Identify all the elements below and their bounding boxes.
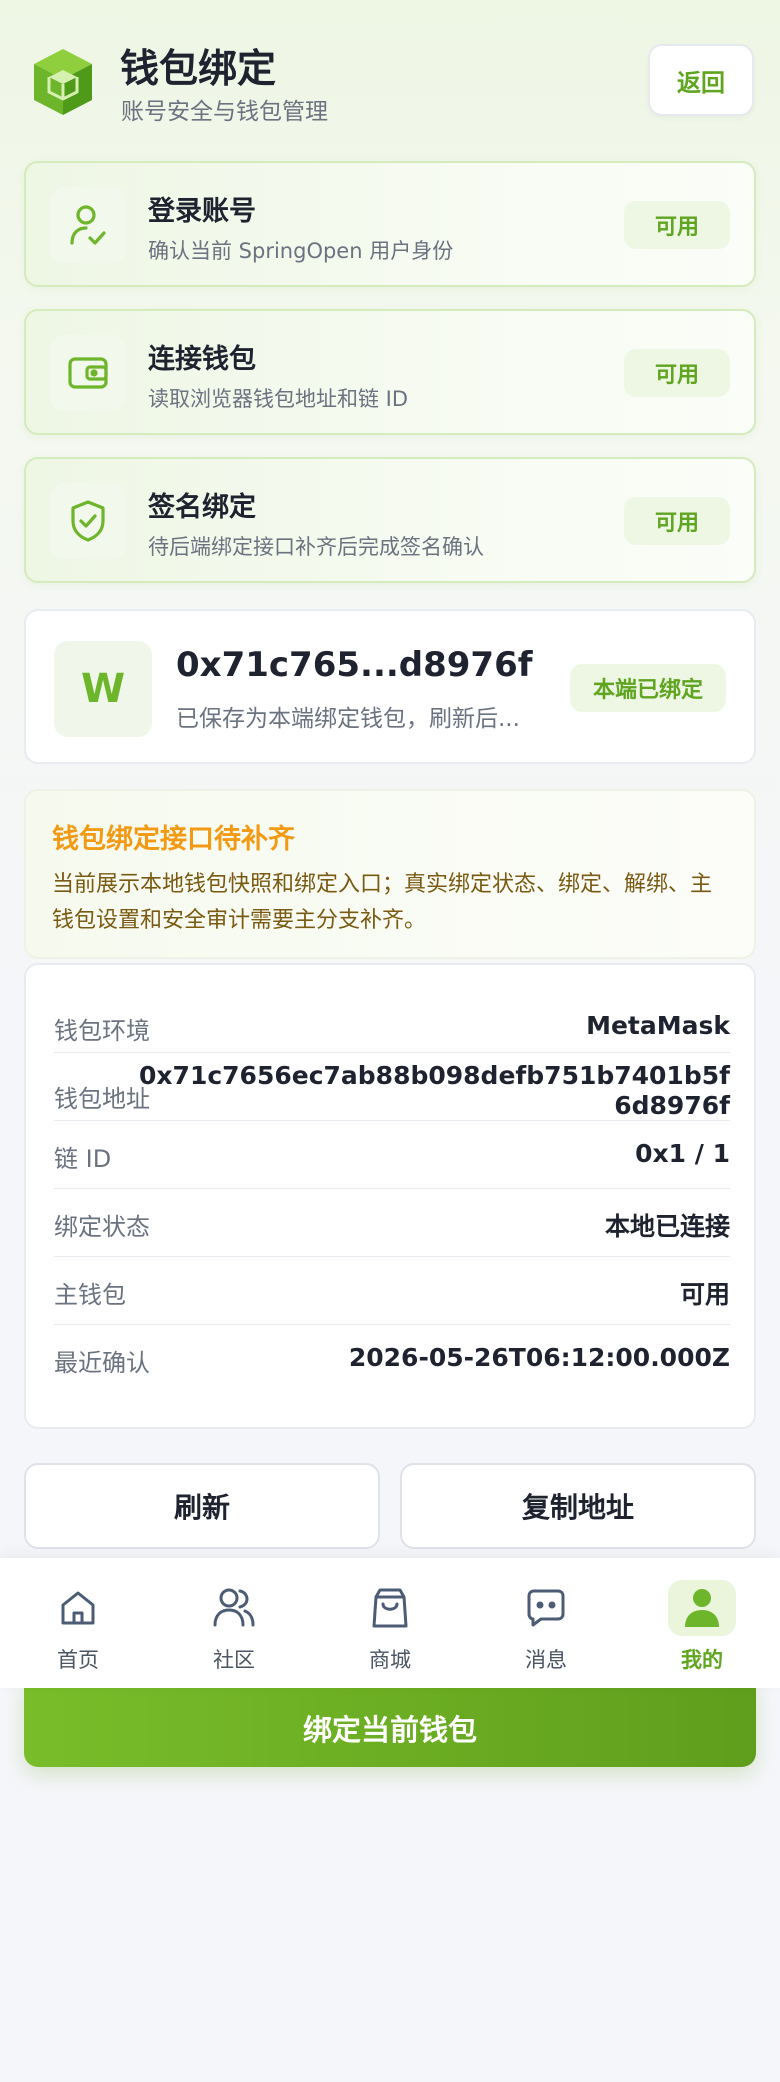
detail-label: 链 ID [54, 1145, 112, 1173]
page-header: 钱包绑定 账号安全与钱包管理 返回 [24, 36, 756, 126]
step-title: 登录账号 [148, 196, 256, 227]
wallet-avatar: W [54, 641, 152, 737]
wallet-address-short: 0x71c765...d8976f [176, 645, 533, 685]
nav-label: 社区 [213, 1648, 255, 1672]
status-badge: 可用 [624, 201, 730, 249]
message-icon [512, 1580, 580, 1636]
bound-wallet-card: W 0x71c765...d8976f 已保存为本端绑定钱包，刷新后... 本端… [24, 609, 756, 764]
bound-status-badge: 本端已绑定 [570, 664, 726, 712]
profile-icon [668, 1580, 736, 1636]
address-line-2: 6d8976f [614, 1091, 730, 1120]
home-icon [44, 1580, 112, 1636]
detail-value: 可用 [679, 1280, 730, 1309]
page-subtitle: 账号安全与钱包管理 [121, 99, 328, 125]
address-line-1: 0x71c7656ec7ab88b098defb751b7401b5f [139, 1061, 730, 1090]
refresh-button[interactable]: 刷新 [24, 1463, 380, 1549]
detail-label: 主钱包 [54, 1281, 126, 1309]
step-description: 确认当前 SpringOpen 用户身份 [148, 239, 454, 263]
detail-label: 绑定状态 [54, 1213, 150, 1241]
detail-row-chain-id: 链 ID 0x1 / 1 [54, 1121, 730, 1189]
api-pending-notice: 钱包绑定接口待补齐 当前展示本地钱包快照和绑定入口；真实绑定状态、绑定、解绑、主… [24, 789, 756, 959]
notice-title: 钱包绑定接口待补齐 [52, 824, 295, 855]
cube-logo-icon [30, 46, 96, 118]
detail-label: 钱包环境 [54, 1017, 150, 1045]
detail-label: 最近确认 [54, 1349, 150, 1377]
wallet-icon [50, 335, 126, 411]
status-badge: 可用 [624, 349, 730, 397]
detail-row-bind-status: 绑定状态 本地已连接 [54, 1189, 730, 1257]
step-title: 签名绑定 [148, 492, 256, 523]
detail-value[interactable]: 0x71c7656ec7ab88b098defb751b7401b5f 6d89… [139, 1061, 730, 1121]
nav-label: 消息 [525, 1648, 567, 1672]
step-description: 待后端绑定接口补齐后完成签名确认 [148, 535, 484, 559]
copy-address-button[interactable]: 复制地址 [400, 1463, 756, 1549]
users-icon [200, 1580, 268, 1636]
step-card-sign-bind: 签名绑定 待后端绑定接口补齐后完成签名确认 可用 [24, 457, 756, 583]
page-title: 钱包绑定 [120, 47, 277, 92]
shopping-bag-icon [356, 1580, 424, 1636]
nav-label: 首页 [57, 1648, 99, 1672]
detail-label: 钱包地址 [54, 1085, 150, 1113]
bind-wallet-button[interactable]: 绑定当前钱包 [24, 1675, 756, 1767]
nav-label: 我的 [681, 1648, 723, 1672]
detail-value: 本地已连接 [604, 1212, 730, 1241]
detail-value: 0x1 / 1 [635, 1139, 730, 1168]
wallet-note: 已保存为本端绑定钱包，刷新后... [176, 706, 520, 732]
bottom-nav: 首页 社区 商城 消息 我的 [0, 1558, 780, 1688]
user-check-icon [50, 187, 126, 263]
nav-label: 商城 [369, 1648, 411, 1672]
back-button[interactable]: 返回 [648, 44, 754, 116]
detail-value: 2026-05-26T06:12:00.000Z [348, 1343, 730, 1372]
notice-body: 当前展示本地钱包快照和绑定入口；真实绑定状态、绑定、解绑、主钱包设置和安全审计需… [52, 872, 713, 933]
status-badge: 可用 [624, 497, 730, 545]
nav-item-community[interactable]: 社区 [156, 1558, 312, 1688]
nav-item-messages[interactable]: 消息 [468, 1558, 624, 1688]
step-card-connect-wallet: 连接钱包 读取浏览器钱包地址和链 ID 可用 [24, 309, 756, 435]
detail-row-primary-wallet: 主钱包 可用 [54, 1257, 730, 1325]
detail-row-address: 钱包地址 0x71c7656ec7ab88b098defb751b7401b5f… [54, 1053, 730, 1121]
wallet-details-panel: 钱包环境 MetaMask 钱包地址 0x71c7656ec7ab88b098d… [24, 963, 756, 1429]
nav-item-shop[interactable]: 商城 [312, 1558, 468, 1688]
detail-value: MetaMask [586, 1011, 730, 1040]
nav-item-profile[interactable]: 我的 [624, 1558, 780, 1688]
step-title: 连接钱包 [148, 344, 256, 375]
detail-row-environment: 钱包环境 MetaMask [54, 985, 730, 1053]
step-description: 读取浏览器钱包地址和链 ID [148, 387, 409, 411]
detail-row-last-confirmed: 最近确认 2026-05-26T06:12:00.000Z [54, 1325, 730, 1393]
step-card-login: 登录账号 确认当前 SpringOpen 用户身份 可用 [24, 161, 756, 287]
shield-check-icon [50, 483, 126, 559]
nav-item-home[interactable]: 首页 [0, 1558, 156, 1688]
